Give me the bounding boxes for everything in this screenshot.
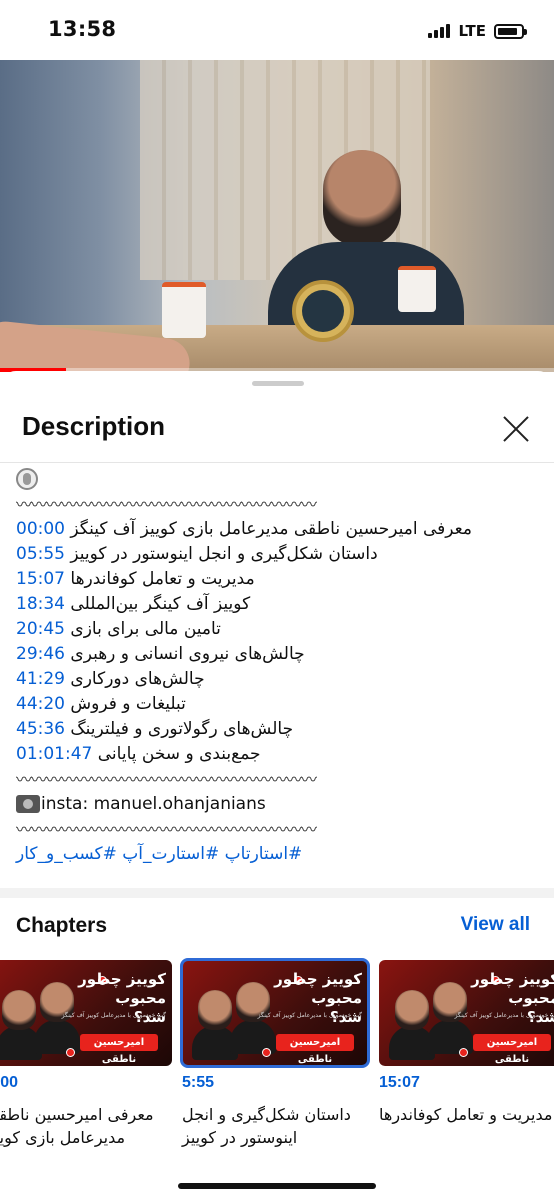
timestamp-text: چالش‌های نیروی انسانی و رهبری <box>70 644 305 664</box>
chapter-title: مدیریت و تعامل کوفاندرها <box>379 1105 553 1124</box>
timestamp-link[interactable]: 20:45 <box>16 619 65 639</box>
timestamp-link[interactable]: 15:07 <box>16 569 65 589</box>
status-time: 13:58 <box>48 17 117 41</box>
chapter-title: داستان شکل‌گیری و انجل اینوستور در کوییز <box>182 1105 351 1147</box>
status-right: LTE <box>428 22 527 40</box>
timestamp-text: داستان شکل‌گیری و انجل اینوستور در کوییز <box>70 544 378 564</box>
timestamp-text: چالش‌های رگولاتوری و فیلترینگ <box>70 719 294 739</box>
timestamp-link[interactable]: 44:20 <box>16 694 65 714</box>
timestamp-row: 15:07 مدیریت و تعامل کوفاندرها <box>16 567 536 592</box>
timestamp-link[interactable]: 01:01:47 <box>16 744 92 764</box>
chapter-card[interactable]: کوییز چطور محبوب شد؟گپ خودمونی با مدیرعا… <box>180 958 370 1149</box>
timestamp-row: 18:34 کوییز آف کینگر بین‌المللی <box>16 592 536 617</box>
chapter-time: 0:00 <box>0 1074 19 1091</box>
timestamp-row: 41:29 چالش‌های دورکاری <box>16 667 536 692</box>
timestamp-link[interactable]: 18:34 <box>16 594 65 614</box>
hashtags[interactable]: #استارتاپ #استارت_آپ #کسب_و_کار <box>16 842 536 867</box>
thumbnail-nameplate: امیرحسین ناطقی <box>80 1034 158 1065</box>
timestamp-row: 01:01:47 جمع‌بندی و سخن پایانی <box>16 742 536 767</box>
chapter-thumbnail: کوییز چطور محبوب شد؟گپ خودمونی با مدیرعا… <box>0 960 172 1066</box>
chapter-card[interactable]: کوییز چطور محبوب شد؟گپ خودمونی با مدیرعا… <box>0 960 172 1149</box>
rescue-helmet-emoji-icon <box>16 468 38 490</box>
timestamp-text: تبلیغات و فروش <box>70 694 186 714</box>
timestamp-text: کوییز آف کینگر بین‌المللی <box>70 594 251 614</box>
chapters-title: Chapters <box>16 914 108 937</box>
camera-flash-emoji-icon <box>16 795 40 813</box>
timestamp-list: 00:00 معرفی امیرحسین ناطقی مدیرعامل بازی… <box>16 517 536 767</box>
sheet-title: Description <box>22 411 166 441</box>
timestamp-row: 20:45 تامین مالی برای بازی <box>16 617 536 642</box>
timestamp-row: 05:55 داستان شکل‌گیری و انجل اینوستور در… <box>16 542 536 567</box>
view-all-button[interactable]: View all <box>461 914 530 936</box>
tilde-separator: 〰〰〰〰〰〰〰〰〰〰〰〰〰〰〰〰〰〰〰〰 <box>16 820 317 839</box>
chapter-time: 5:55 <box>182 1074 215 1091</box>
instagram-line: insta: manuel.ohanjanians <box>16 792 536 817</box>
thumbnail-subtitle: گپ خودمونی با مدیرعامل کوییز آف کینگز <box>257 1012 362 1019</box>
video-mug-right <box>398 266 436 312</box>
chapter-thumbnail: کوییز چطور محبوب شد؟گپ خودمونی با مدیرعا… <box>379 960 554 1066</box>
status-bar: 13:58 LTE <box>0 0 554 60</box>
chapter-card[interactable]: کوییز چطور محبوب شد؟گپ خودمونی با مدیرعا… <box>379 960 554 1126</box>
video-mug-left <box>162 282 206 338</box>
description-sheet: Description 〰〰〰〰〰〰〰〰〰〰〰〰〰〰〰〰〰〰〰〰 00:00 م… <box>0 371 554 1200</box>
thumbnail-subtitle: گپ خودمونی با مدیرعامل کوییز آف کینگز <box>454 1012 554 1019</box>
tilde-separator: 〰〰〰〰〰〰〰〰〰〰〰〰〰〰〰〰〰〰〰〰 <box>16 770 317 789</box>
chapter-thumbnail: کوییز چطور محبوب شد؟گپ خودمونی با مدیرعا… <box>180 958 370 1068</box>
close-icon[interactable] <box>502 415 530 443</box>
timestamp-link[interactable]: 29:46 <box>16 644 65 664</box>
chapter-title: معرفی امیرحسین ناطقی مدیرعامل بازی کوییز <box>0 1105 154 1147</box>
thumbnail-nameplate: امیرحسین ناطقی <box>276 1034 354 1065</box>
timestamp-row: 29:46 چالش‌های نیروی انسانی و رهبری <box>16 642 536 667</box>
network-type: LTE <box>458 22 486 40</box>
timestamp-row: 45:36 چالش‌های رگولاتوری و فیلترینگ <box>16 717 536 742</box>
video-player[interactable] <box>0 60 554 372</box>
timestamp-link[interactable]: 05:55 <box>16 544 65 564</box>
thumbnail-nameplate: امیرحسین ناطقی <box>473 1034 551 1065</box>
battery-icon <box>494 23 527 39</box>
video-clock <box>292 280 354 342</box>
description-body: 〰〰〰〰〰〰〰〰〰〰〰〰〰〰〰〰〰〰〰〰 00:00 معرفی امیرحسی… <box>16 467 536 867</box>
drag-handle[interactable] <box>252 381 304 386</box>
signal-icon <box>428 24 451 38</box>
timestamp-link[interactable]: 41:29 <box>16 669 65 689</box>
timestamp-text: معرفی امیرحسین ناطقی مدیرعامل بازی کوییز… <box>70 519 472 539</box>
header-divider <box>0 462 554 463</box>
timestamp-row: 00:00 معرفی امیرحسین ناطقی مدیرعامل بازی… <box>16 517 536 542</box>
emoji-line <box>16 467 536 492</box>
timestamp-text: جمع‌بندی و سخن پایانی <box>97 744 261 764</box>
battery-fill <box>498 27 517 35</box>
timestamp-row: 44:20 تبلیغات و فروش <box>16 692 536 717</box>
timestamp-text: چالش‌های دورکاری <box>70 669 205 689</box>
timestamp-text: مدیریت و تعامل کوفاندرها <box>70 569 255 589</box>
instagram-handle: insta: manuel.ohanjanians <box>41 794 266 814</box>
chapter-time: 15:07 <box>379 1074 420 1091</box>
section-separator <box>0 888 554 898</box>
timestamp-text: تامین مالی برای بازی <box>70 619 221 639</box>
home-indicator[interactable] <box>178 1183 376 1189</box>
timestamp-link[interactable]: 45:36 <box>16 719 65 739</box>
thumbnail-subtitle: گپ خودمونی با مدیرعامل کوییز آف کینگز <box>61 1012 166 1019</box>
tilde-separator: 〰〰〰〰〰〰〰〰〰〰〰〰〰〰〰〰〰〰〰〰 <box>16 495 317 514</box>
timestamp-link[interactable]: 00:00 <box>16 519 65 539</box>
